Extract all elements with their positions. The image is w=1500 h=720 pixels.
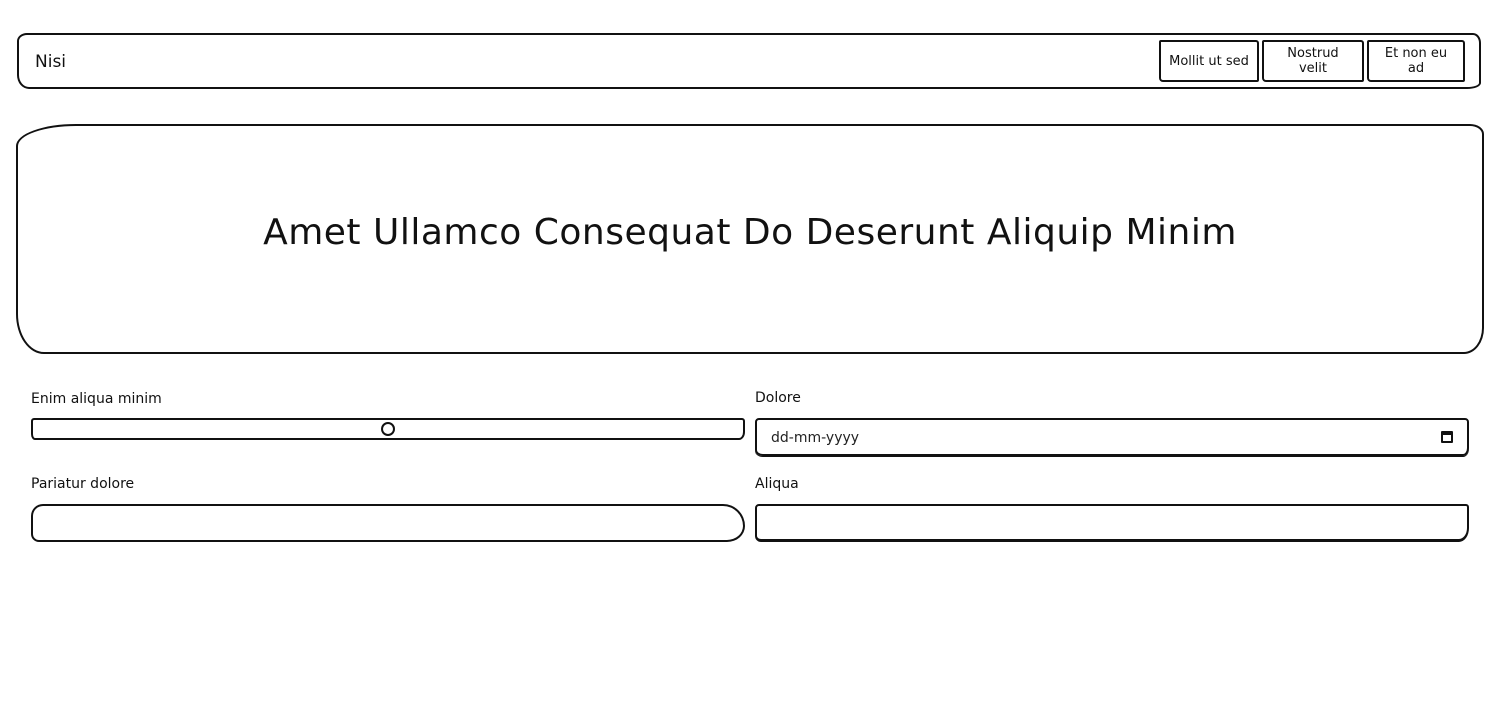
brand-name[interactable]: Nisi <box>35 51 66 73</box>
date-label: Dolore <box>755 390 801 406</box>
date-placeholder: dd-mm-yyyy <box>771 430 860 446</box>
hero-title: Amet Ullamco Consequat Do Deserunt Aliqu… <box>263 212 1237 253</box>
nav-buttons: Mollit ut sed Nostrud velit Et non eu ad <box>1159 40 1465 82</box>
pariatur-label: Pariatur dolore <box>31 476 135 492</box>
range-slider[interactable] <box>31 418 745 440</box>
navbar: Nisi Mollit ut sed Nostrud velit Et non … <box>17 33 1481 89</box>
nav-button-mollit[interactable]: Mollit ut sed <box>1159 40 1259 82</box>
hero-banner: Amet Ullamco Consequat Do Deserunt Aliqu… <box>16 124 1484 354</box>
nav-button-nostrud[interactable]: Nostrud velit <box>1262 40 1364 82</box>
aliqua-label: Aliqua <box>755 476 799 492</box>
calendar-icon[interactable] <box>1441 431 1453 443</box>
date-input[interactable]: dd-mm-yyyy <box>755 418 1469 456</box>
range-slider-thumb[interactable] <box>381 422 395 436</box>
nav-button-et-non[interactable]: Et non eu ad <box>1367 40 1465 82</box>
aliqua-input[interactable] <box>755 504 1469 542</box>
range-label: Enim aliqua minim <box>31 391 162 407</box>
pariatur-input[interactable] <box>31 504 745 542</box>
